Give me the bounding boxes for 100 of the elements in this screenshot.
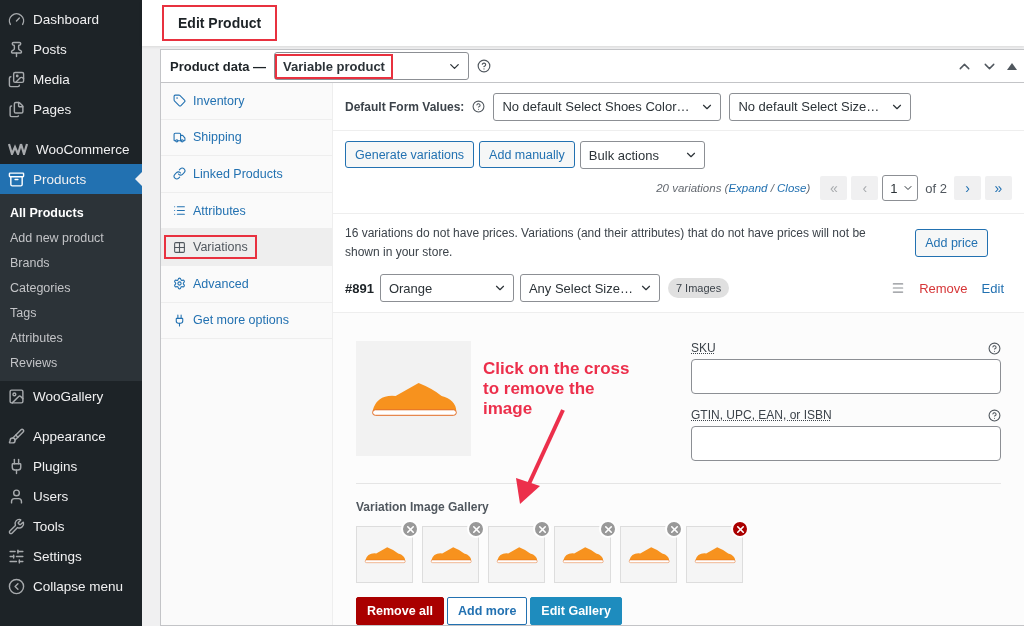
truck-icon <box>173 130 186 144</box>
sidebar-item[interactable]: Dashboard <box>0 4 142 34</box>
last-page-button[interactable]: » <box>985 176 1012 200</box>
sidebar-item[interactable]: Settings <box>0 541 142 571</box>
panel-tab[interactable]: Linked Products <box>164 162 292 186</box>
sidebar-label: Dashboard <box>33 11 100 27</box>
grid-icon <box>173 240 186 254</box>
pin-icon <box>8 40 25 58</box>
default-value-select[interactable]: No default Select Size… <box>729 92 912 121</box>
help-icon <box>477 59 492 73</box>
cross-icon <box>536 523 548 535</box>
sidebar-item[interactable]: Tools <box>0 511 142 541</box>
drag-handle-icon[interactable] <box>891 281 906 295</box>
gallery-button[interactable]: Add more <box>447 597 528 625</box>
media-icon <box>8 70 25 88</box>
wrench-icon <box>8 517 25 535</box>
gear-icon <box>173 277 186 291</box>
help-icon <box>988 408 1001 422</box>
sidebar-item[interactable]: Users <box>0 481 142 511</box>
brush-icon <box>8 427 25 445</box>
sidebar-item[interactable]: Products <box>0 164 142 194</box>
sidebar-label: Collapse menu <box>33 578 124 594</box>
plug-icon <box>173 313 186 327</box>
panel-tab[interactable]: Attributes <box>164 198 255 223</box>
sidebar-item[interactable]: WooGallery <box>0 381 142 411</box>
sidebar-label: Products <box>33 171 87 187</box>
variation-select[interactable]: Orange <box>379 274 514 302</box>
sidebar-label: Pages <box>33 101 72 117</box>
help-icon <box>472 100 486 113</box>
archive-box-icon <box>8 170 25 188</box>
sidebar-label: Appearance <box>33 428 106 444</box>
panel-tab[interactable]: Shipping <box>164 125 251 150</box>
form-label: Default Form Values: <box>345 99 465 114</box>
text-field[interactable] <box>691 359 1001 394</box>
cross-icon <box>668 523 680 535</box>
panel-tab[interactable]: Variations <box>164 235 257 260</box>
sidebar-label: Posts <box>33 41 67 57</box>
field-label: GTIN, UPC, EAN, or ISBN <box>691 408 832 422</box>
action-button[interactable]: Generate variations <box>345 141 475 168</box>
tag-icon <box>173 94 186 108</box>
sidebar-item[interactable]: Posts <box>0 34 142 64</box>
submenu-item[interactable]: Categories <box>0 275 142 300</box>
page-select[interactable]: 1 <box>882 175 919 201</box>
page-title: Edit Product <box>162 5 278 41</box>
sidebar-item[interactable]: Appearance <box>0 421 142 451</box>
cross-icon <box>470 523 482 535</box>
variation-id: #891 <box>345 280 374 296</box>
submenu-item[interactable]: Add new product <box>0 225 142 250</box>
cross-icon <box>602 523 614 535</box>
annotation-text: Click on the cross to remove the image <box>483 359 631 419</box>
sliders-icon <box>8 547 25 565</box>
edit-link[interactable]: Edit <box>981 280 1004 296</box>
expand-link[interactable]: Expand <box>728 182 768 194</box>
default-value-select[interactable]: No default Select Shoes Color… <box>493 92 722 121</box>
product-type-select[interactable]: Variable product <box>274 52 470 80</box>
sidebar-item[interactable]: Pages <box>0 94 142 124</box>
add-price-button[interactable]: Add price <box>915 229 988 257</box>
sidebar-label: Tools <box>33 518 65 534</box>
sidebar-item[interactable]: Plugins <box>0 451 142 481</box>
variation-select[interactable]: Any Select Size… <box>519 274 660 302</box>
collapse-triangle-icon[interactable] <box>1006 61 1018 71</box>
woo-logo-icon <box>8 143 28 155</box>
sidebar-item[interactable]: Collapse menu <box>0 571 142 601</box>
submenu-item[interactable]: Reviews <box>0 350 142 375</box>
panel-tab[interactable]: Inventory <box>164 88 254 113</box>
variations-count: 20 variations (Expand / Close) <box>656 182 811 194</box>
panel-title: Product data — <box>170 58 267 74</box>
submenu-item[interactable]: Brands <box>0 250 142 275</box>
panel-tab[interactable]: Advanced <box>164 271 258 296</box>
sidebar-label: Settings <box>33 548 82 564</box>
help-icon <box>988 341 1001 355</box>
submenu-item[interactable]: Tags <box>0 300 142 325</box>
gauge-icon <box>8 10 25 28</box>
panel-tab[interactable]: Get more options <box>164 308 298 333</box>
submenu-item[interactable]: All Products <box>0 200 142 225</box>
sidebar-item[interactable]: WooCommerce <box>0 134 142 164</box>
gallery-button[interactable]: Edit Gallery <box>530 597 622 625</box>
next-page-button[interactable]: › <box>954 176 981 200</box>
text-field[interactable] <box>691 426 1001 461</box>
action-button[interactable]: Add manually <box>479 141 575 168</box>
gallery-button[interactable]: Remove all <box>356 597 444 625</box>
sidebar-label: WooGallery <box>33 388 104 404</box>
images-count: 7 Images <box>667 278 730 298</box>
bulk-actions-select[interactable]: Bulk actions <box>579 141 705 169</box>
close-link[interactable]: Close <box>777 182 807 194</box>
field-label: SKU <box>691 341 716 355</box>
sidebar-label: Plugins <box>33 458 78 474</box>
user-icon <box>8 487 25 505</box>
cross-icon <box>404 523 416 535</box>
gallery-icon <box>8 387 25 405</box>
remove-link[interactable]: Remove <box>919 280 968 296</box>
remove-image-button[interactable] <box>731 520 749 538</box>
notice-text: 16 variations do not have prices. Variations (and their attributes) that do not have prices will not be shown in your store. <box>345 225 867 261</box>
sidebar-label: Users <box>33 488 69 504</box>
link-icon <box>173 167 186 181</box>
product-photo-placeholder[interactable] <box>356 341 471 456</box>
cross-icon <box>734 523 746 535</box>
sidebar-label: WooCommerce <box>36 141 130 157</box>
sidebar-item[interactable]: Media <box>0 64 142 94</box>
submenu-item[interactable]: Attributes <box>0 325 142 350</box>
